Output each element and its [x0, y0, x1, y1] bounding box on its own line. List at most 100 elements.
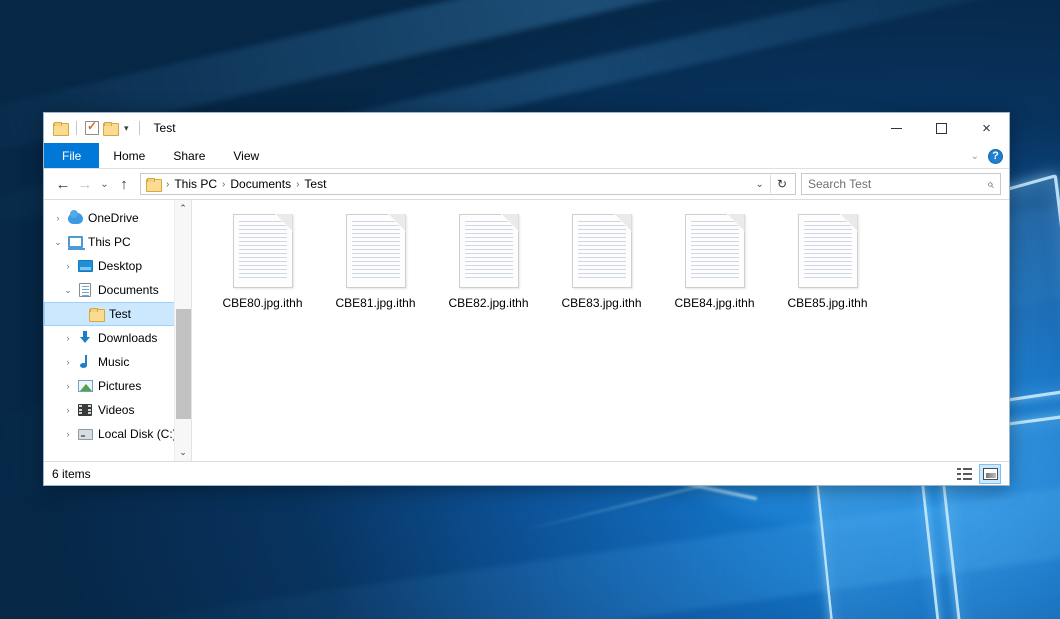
file-name-label: CBE83.jpg.ithh: [561, 296, 641, 310]
documents-icon: [76, 283, 94, 297]
forward-button[interactable]: →: [74, 173, 96, 195]
minimize-icon: [891, 128, 902, 129]
file-name-label: CBE82.jpg.ithh: [448, 296, 528, 310]
expander-icon[interactable]: ›: [60, 381, 76, 391]
file-list-view[interactable]: CBE80.jpg.ithh CBE81.jpg.ithh CBE82.jpg.…: [192, 200, 1009, 461]
videos-icon: [76, 404, 94, 416]
scrollbar-track[interactable]: [175, 217, 192, 444]
file-item[interactable]: CBE81.jpg.ithh: [319, 214, 432, 334]
document-lines: [239, 221, 287, 281]
expander-icon[interactable]: ›: [50, 213, 66, 223]
folder-icon[interactable]: [53, 122, 68, 135]
sidebar-item-desktop[interactable]: › Desktop: [44, 254, 191, 278]
sidebar-item-test[interactable]: Test: [44, 302, 191, 326]
tab-view[interactable]: View: [219, 143, 273, 168]
breadcrumb-separator: ›: [164, 179, 171, 190]
customize-chevron-icon[interactable]: ▾: [122, 124, 131, 133]
chevron-down-icon[interactable]: ⌄: [971, 151, 979, 162]
document-lines: [691, 221, 739, 281]
expander-icon[interactable]: ›: [60, 429, 76, 439]
search-box[interactable]: ⌕: [801, 173, 1001, 195]
expander-icon[interactable]: ›: [60, 357, 76, 367]
downloads-icon: [76, 331, 94, 345]
help-icon[interactable]: ?: [988, 149, 1003, 164]
window-controls: ×: [874, 113, 1009, 143]
sidebar-item-videos[interactable]: › Videos: [44, 398, 191, 422]
document-icon: [685, 214, 745, 288]
sidebar-item-onedrive[interactable]: › OneDrive: [44, 206, 191, 230]
sidebar-item-label: OneDrive: [84, 211, 139, 225]
status-bar: 6 items: [44, 461, 1009, 485]
up-button[interactable]: ↑: [113, 173, 135, 195]
back-button[interactable]: ←: [52, 173, 74, 195]
pictures-icon: [76, 380, 94, 392]
properties-icon[interactable]: [85, 121, 99, 135]
document-icon: [233, 214, 293, 288]
sidebar-item-label: Music: [94, 355, 129, 369]
sidebar-item-downloads[interactable]: › Downloads: [44, 326, 191, 350]
new-folder-icon[interactable]: [103, 122, 118, 135]
breadcrumb-separator: ›: [220, 179, 227, 190]
window-title: Test: [154, 121, 176, 135]
details-view-button[interactable]: [953, 464, 975, 484]
expander-icon[interactable]: ⌄: [50, 237, 66, 248]
sidebar-item-label: Downloads: [94, 331, 157, 345]
chevron-down-icon[interactable]: ⌄: [750, 179, 770, 190]
maximize-button[interactable]: [919, 113, 964, 143]
expander-icon[interactable]: ›: [60, 333, 76, 343]
sidebar-item-label: Pictures: [94, 379, 141, 393]
scroll-down-button[interactable]: ⌄: [175, 444, 192, 461]
sidebar-item-label: This PC: [84, 235, 131, 249]
file-item[interactable]: CBE84.jpg.ithh: [658, 214, 771, 334]
search-icon[interactable]: ⌕: [987, 177, 994, 192]
expander-icon[interactable]: ›: [60, 405, 76, 415]
tab-home[interactable]: Home: [99, 143, 159, 168]
divider: [76, 121, 77, 135]
navigation-pane-scrollbar[interactable]: ⌃ ⌄: [174, 200, 191, 461]
disk-icon: [76, 429, 94, 440]
document-lines: [352, 221, 400, 281]
large-icons-view-button[interactable]: [979, 464, 1001, 484]
quick-access-toolbar: ▾ Test: [44, 121, 176, 135]
file-explorer-window: ▾ Test × File Home Share View ⌄ ? ← → ⌄ …: [43, 112, 1010, 486]
scroll-up-button[interactable]: ⌃: [175, 200, 192, 217]
tab-file[interactable]: File: [44, 143, 99, 168]
navigation-pane: › OneDrive ⌄ This PC › Desktop ⌄: [44, 200, 192, 461]
address-bar: ← → ⌄ ↑ › This PC › Documents › Test ⌄ ↻…: [44, 169, 1009, 199]
item-count-label: 6 items: [52, 467, 91, 481]
sidebar-item-music[interactable]: › Music: [44, 350, 191, 374]
sidebar-item-pictures[interactable]: › Pictures: [44, 374, 191, 398]
minimize-button[interactable]: [874, 113, 919, 143]
file-item[interactable]: CBE82.jpg.ithh: [432, 214, 545, 334]
sidebar-item-local-disk[interactable]: › Local Disk (C:): [44, 422, 191, 446]
refresh-icon[interactable]: ↻: [771, 177, 793, 191]
sidebar-item-label: Videos: [94, 403, 134, 417]
breadcrumb[interactable]: › This PC › Documents › Test ⌄ ↻: [140, 173, 796, 195]
file-name-label: CBE80.jpg.ithh: [222, 296, 302, 310]
close-icon: ×: [982, 121, 991, 136]
document-icon: [798, 214, 858, 288]
sidebar-item-documents[interactable]: ⌄ Documents: [44, 278, 191, 302]
expander-icon[interactable]: ⌄: [60, 285, 76, 296]
window-body: › OneDrive ⌄ This PC › Desktop ⌄: [44, 199, 1009, 461]
file-item[interactable]: CBE83.jpg.ithh: [545, 214, 658, 334]
breadcrumb-item-this-pc[interactable]: This PC: [171, 177, 220, 191]
expander-icon[interactable]: ›: [60, 261, 76, 271]
title-bar: ▾ Test ×: [44, 113, 1009, 143]
document-icon: [572, 214, 632, 288]
folder-icon: [146, 178, 160, 190]
close-button[interactable]: ×: [964, 113, 1009, 143]
search-input[interactable]: [808, 177, 987, 191]
breadcrumb-item-documents[interactable]: Documents: [227, 177, 294, 191]
tab-share[interactable]: Share: [159, 143, 219, 168]
sidebar-item-this-pc[interactable]: ⌄ This PC: [44, 230, 191, 254]
desktop-icon: [76, 260, 94, 272]
folder-tree: › OneDrive ⌄ This PC › Desktop ⌄: [44, 200, 191, 446]
file-item[interactable]: CBE80.jpg.ithh: [206, 214, 319, 334]
breadcrumb-item-test[interactable]: Test: [301, 177, 329, 191]
music-icon: [76, 355, 94, 369]
document-icon: [346, 214, 406, 288]
recent-locations-button[interactable]: ⌄: [96, 173, 113, 195]
scrollbar-thumb[interactable]: [176, 309, 191, 419]
file-item[interactable]: CBE85.jpg.ithh: [771, 214, 884, 334]
